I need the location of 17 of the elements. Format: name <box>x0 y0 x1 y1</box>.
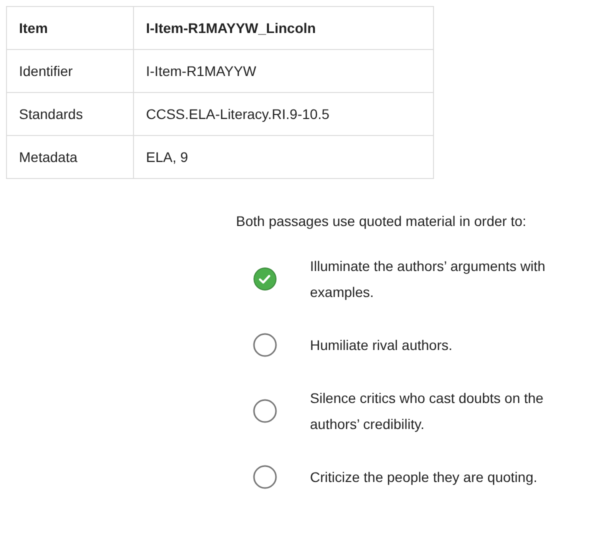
table-cell: Identifier <box>6 50 134 92</box>
question-text: Both passages use quoted material in order to: <box>236 213 528 229</box>
table-cell: Standards <box>6 92 134 136</box>
answer-option[interactable]: Illuminate the authors’ arguments with examples. <box>310 253 585 305</box>
radio-button[interactable] <box>253 399 277 423</box>
radio-button[interactable] <box>253 465 277 489</box>
table-cell: I-Item-R1MAYYW <box>134 50 434 92</box>
answer-option[interactable]: Criticize the people they are quoting. <box>310 464 585 490</box>
answer-option[interactable]: Silence critics who cast doubts on the authors’ credibility. <box>310 385 585 437</box>
table-cell: ELA, 9 <box>134 136 434 178</box>
radio-button[interactable] <box>253 333 277 357</box>
table-cell: Item <box>6 6 134 50</box>
answer-option[interactable]: Humiliate rival authors. <box>310 332 585 358</box>
table-cell: CCSS.ELA-Literacy.RI.9-10.5 <box>134 92 434 136</box>
check-icon[interactable] <box>253 267 277 291</box>
table-cell: Metadata <box>6 136 134 178</box>
table-cell: I-Item-R1MAYYW_Lincoln <box>134 6 434 50</box>
